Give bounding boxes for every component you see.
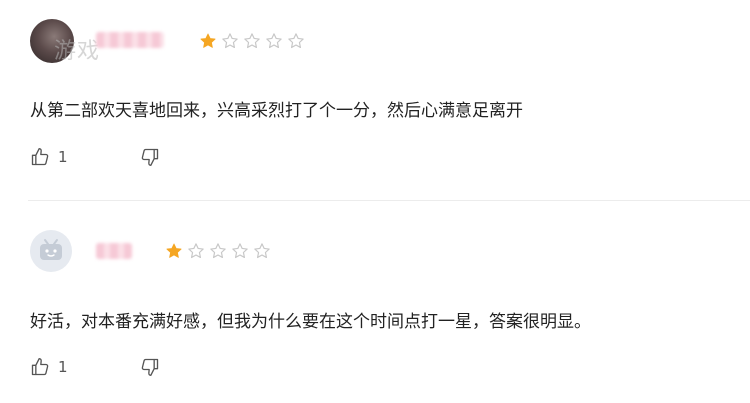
like-button[interactable]: 1 [30, 147, 68, 167]
review-item: 好活，对本番充满好感，但我为什么要在这个时间点打一星，答案很明显。 1 [0, 200, 750, 403]
star-filled-icon [166, 243, 182, 258]
star-empty-icon [254, 243, 270, 259]
star-empty-icon [222, 33, 238, 49]
dislike-button[interactable] [140, 147, 160, 167]
thumbs-up-icon [30, 147, 50, 167]
review-actions: 1 [30, 357, 160, 377]
avatar[interactable] [30, 230, 72, 272]
thumbs-down-icon [140, 357, 160, 377]
review-comment: 从第二部欢天喜地回来，兴高采烈打了个一分，然后心满意足离开 [30, 101, 523, 121]
default-avatar-icon [40, 239, 62, 260]
star-filled-icon [200, 33, 216, 48]
star-empty-icon [188, 243, 204, 259]
like-count: 1 [58, 358, 68, 376]
review-actions: 1 [30, 147, 160, 167]
thumbs-down-icon [140, 147, 160, 167]
thumbs-up-icon [30, 357, 50, 377]
star-rating [199, 32, 305, 50]
like-button[interactable]: 1 [30, 357, 68, 377]
dislike-button[interactable] [140, 357, 160, 377]
watermark-text: 游戏 [54, 39, 101, 64]
like-count: 1 [58, 148, 68, 166]
username-redacted[interactable] [96, 243, 132, 259]
review-comment: 好活，对本番充满好感，但我为什么要在这个时间点打一星，答案很明显。 [30, 312, 591, 332]
star-empty-icon [244, 33, 260, 49]
review-item: 游戏 从第二部欢天喜地回来，兴高采烈打了个一分，然后心满意足离开 1 [0, 0, 750, 200]
star-empty-icon [210, 243, 226, 259]
star-rating [165, 242, 271, 260]
star-empty-icon [288, 33, 304, 49]
star-empty-icon [232, 243, 248, 259]
username-redacted[interactable] [96, 32, 164, 48]
star-empty-icon [266, 33, 282, 49]
